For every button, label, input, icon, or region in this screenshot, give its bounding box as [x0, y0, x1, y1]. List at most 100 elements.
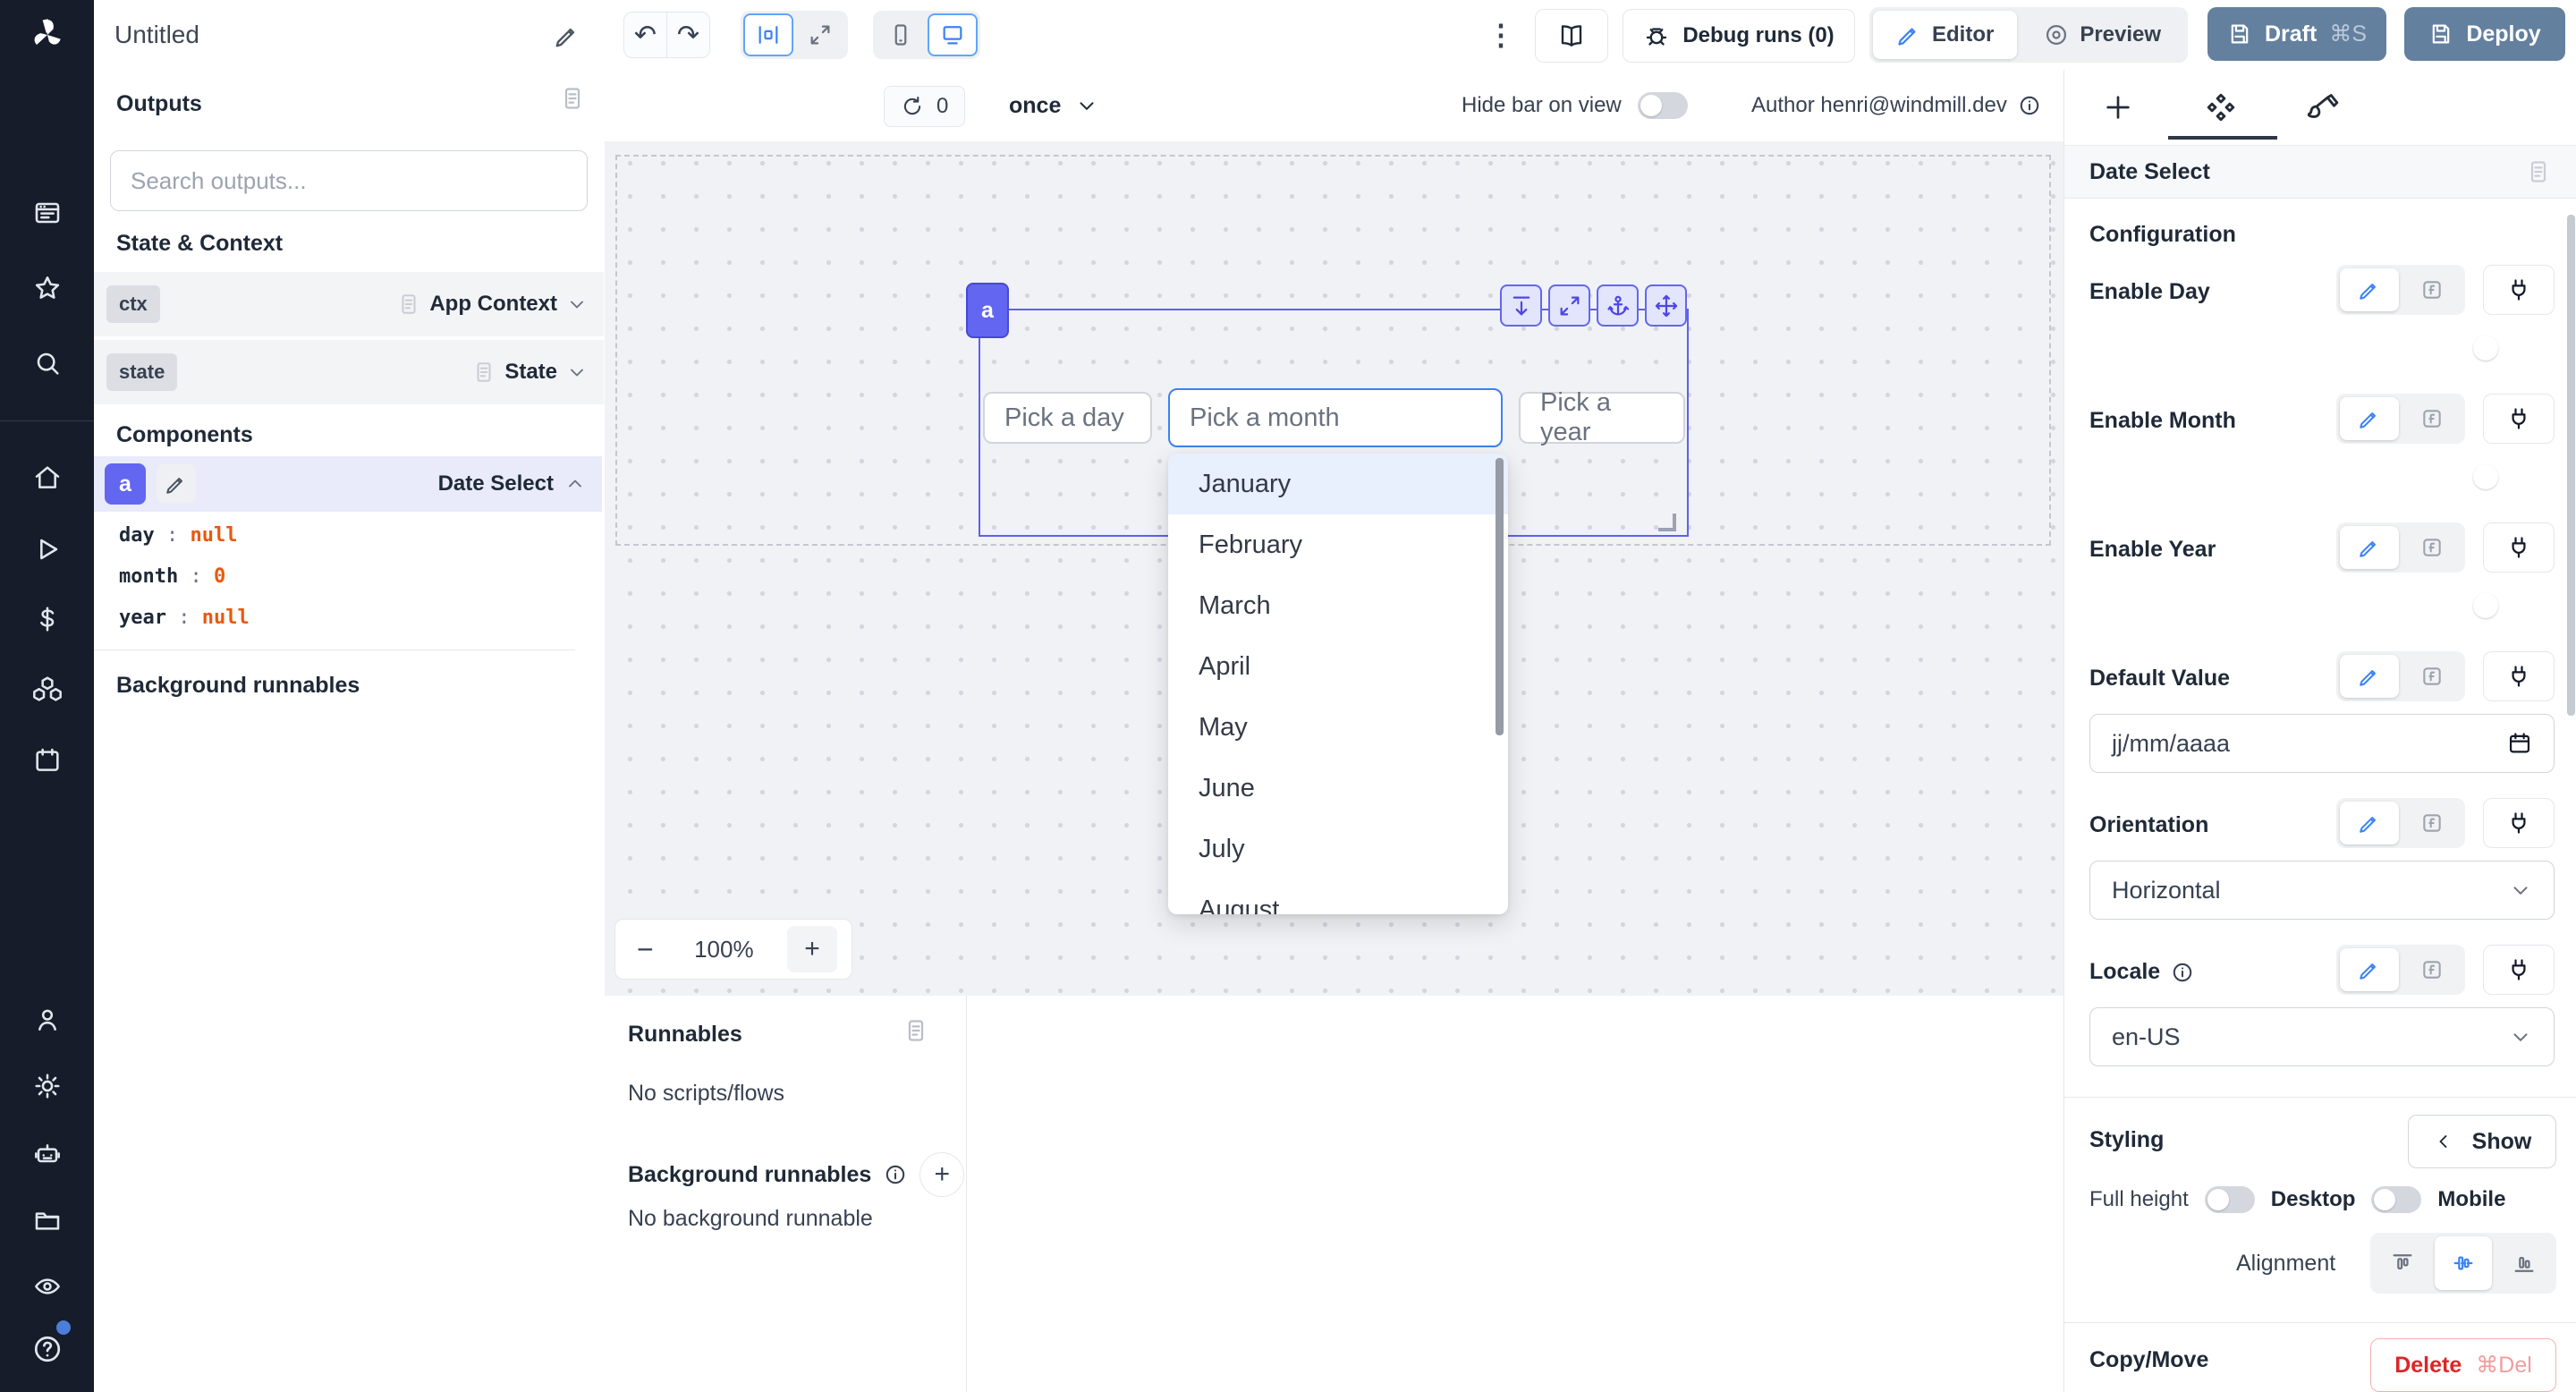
- hide-bar-toggle[interactable]: [1638, 92, 1688, 119]
- component-canvas-badge[interactable]: a: [966, 283, 1009, 338]
- runs-play-icon[interactable]: [0, 524, 94, 574]
- help-icon[interactable]: [0, 1324, 94, 1374]
- zoom-out-button[interactable]: −: [630, 933, 661, 966]
- tab-component-settings-icon[interactable]: [2196, 82, 2246, 132]
- search-icon[interactable]: [0, 338, 94, 388]
- calendar-icon[interactable]: [2507, 731, 2532, 756]
- locale-select[interactable]: en-US: [2089, 1007, 2555, 1066]
- desktop-view-button[interactable]: [928, 13, 978, 56]
- expand-down-icon[interactable]: [1500, 284, 1542, 327]
- default-value-date-input[interactable]: jj/mm/aaaa: [2089, 714, 2555, 773]
- deploy-button[interactable]: Deploy: [2404, 7, 2565, 61]
- kebab-menu-icon[interactable]: ⋮: [1485, 16, 1517, 54]
- output-prop-day[interactable]: day : null: [119, 524, 237, 547]
- info-icon[interactable]: [884, 1163, 907, 1186]
- draft-button[interactable]: Draft ⌘S: [2207, 7, 2386, 61]
- audit-eye-icon[interactable]: [0, 1261, 94, 1311]
- align-bottom-icon[interactable]: [2496, 1236, 2553, 1290]
- runnables-doc-icon[interactable]: [903, 1018, 928, 1043]
- pencil-mode-icon[interactable]: [2340, 397, 2399, 440]
- dropdown-scrollbar[interactable]: [1496, 458, 1504, 735]
- workers-robot-icon[interactable]: [0, 1129, 94, 1179]
- pick-year-input[interactable]: Pick a year: [1519, 392, 1685, 444]
- chevron-down-icon[interactable]: [566, 361, 588, 383]
- pencil-mode-icon[interactable]: [2340, 268, 2399, 311]
- function-mode-icon[interactable]: [2402, 397, 2462, 440]
- month-option[interactable]: June: [1168, 758, 1508, 819]
- tab-editor[interactable]: Editor: [1873, 11, 2017, 59]
- state-row[interactable]: state State: [94, 340, 604, 404]
- resize-handle[interactable]: [1658, 514, 1676, 531]
- month-option[interactable]: July: [1168, 819, 1508, 879]
- default-value-connect-plug-icon[interactable]: [2483, 651, 2555, 701]
- add-background-runnable-button[interactable]: +: [919, 1152, 964, 1197]
- output-prop-month[interactable]: month : 0: [119, 565, 225, 588]
- styling-show-button[interactable]: Show: [2408, 1115, 2556, 1168]
- info-icon[interactable]: [2171, 961, 2194, 984]
- windmill-logo[interactable]: [0, 0, 94, 70]
- fullwidth-layout-button[interactable]: [795, 13, 845, 56]
- pick-month-input[interactable]: Pick a month: [1168, 388, 1503, 447]
- folders-icon[interactable]: [0, 1195, 94, 1245]
- enable-day-connect-plug-icon[interactable]: [2483, 265, 2555, 315]
- refresh-count-button[interactable]: 0: [884, 86, 965, 127]
- function-mode-icon[interactable]: [2402, 526, 2462, 569]
- apps-icon[interactable]: [0, 188, 94, 238]
- month-option[interactable]: April: [1168, 636, 1508, 697]
- panel-scrollbar[interactable]: [2567, 215, 2575, 716]
- month-option[interactable]: March: [1168, 575, 1508, 636]
- pencil-mode-icon[interactable]: [2340, 948, 2399, 991]
- move-icon[interactable]: [1645, 284, 1687, 327]
- info-icon[interactable]: [2018, 94, 2041, 117]
- zoom-in-button[interactable]: +: [787, 926, 837, 972]
- centered-layout-button[interactable]: [743, 13, 793, 56]
- orientation-connect-plug-icon[interactable]: [2483, 798, 2555, 848]
- desktop-toggle[interactable]: [2371, 1186, 2421, 1213]
- pencil-mode-icon[interactable]: [2340, 526, 2399, 569]
- enable-month-connect-plug-icon[interactable]: [2483, 394, 2555, 444]
- mobile-view-button[interactable]: [876, 13, 926, 56]
- debug-runs-button[interactable]: Debug runs (0): [1623, 9, 1855, 63]
- ctx-row[interactable]: ctx App Context: [94, 272, 604, 336]
- enable-year-connect-plug-icon[interactable]: [2483, 522, 2555, 573]
- function-mode-icon[interactable]: [2402, 655, 2462, 698]
- docs-book-button[interactable]: [1535, 9, 1608, 63]
- tab-styling-brush-icon[interactable]: [2299, 82, 2349, 132]
- pencil-mode-icon[interactable]: [2340, 802, 2399, 845]
- tab-insert-plus-icon[interactable]: [2093, 82, 2143, 132]
- month-option[interactable]: February: [1168, 514, 1508, 575]
- function-mode-icon[interactable]: [2402, 948, 2462, 991]
- edit-component-pencil-icon[interactable]: [157, 464, 196, 504]
- undo-button[interactable]: ↶: [624, 13, 666, 57]
- pencil-mode-icon[interactable]: [2340, 655, 2399, 698]
- fullscreen-icon[interactable]: [1548, 284, 1590, 327]
- redo-button[interactable]: ↷: [666, 13, 709, 57]
- function-mode-icon[interactable]: [2402, 268, 2462, 311]
- chevron-up-icon[interactable]: [564, 473, 586, 495]
- rename-pencil-icon[interactable]: [549, 20, 585, 52]
- function-mode-icon[interactable]: [2402, 802, 2462, 845]
- locale-connect-plug-icon[interactable]: [2483, 945, 2555, 995]
- search-outputs-input[interactable]: Search outputs...: [110, 150, 588, 211]
- resources-cubes-icon[interactable]: [0, 664, 94, 714]
- month-option[interactable]: August: [1168, 879, 1508, 914]
- favorites-star-icon[interactable]: [0, 263, 94, 313]
- orientation-select[interactable]: Horizontal: [2089, 861, 2555, 920]
- variables-dollar-icon[interactable]: [0, 594, 94, 644]
- users-person-icon[interactable]: [0, 995, 94, 1045]
- align-top-icon[interactable]: [2374, 1236, 2431, 1290]
- doc-icon[interactable]: [2526, 159, 2551, 184]
- component-list-item[interactable]: a Date Select: [94, 456, 602, 512]
- outputs-doc-icon[interactable]: [560, 86, 585, 111]
- align-center-icon[interactable]: [2435, 1236, 2492, 1290]
- pick-day-input[interactable]: Pick a day: [983, 392, 1152, 444]
- tab-preview[interactable]: Preview: [2021, 11, 2184, 59]
- delete-component-button[interactable]: Delete ⌘Del: [2370, 1338, 2556, 1392]
- settings-gear-icon[interactable]: [0, 1061, 94, 1111]
- month-option[interactable]: January: [1168, 454, 1508, 514]
- schedules-calendar-icon[interactable]: [0, 735, 94, 785]
- anchor-icon[interactable]: [1597, 284, 1639, 327]
- chevron-down-icon[interactable]: [566, 293, 588, 315]
- home-icon[interactable]: [0, 453, 94, 503]
- run-mode-dropdown[interactable]: once: [1009, 86, 1098, 125]
